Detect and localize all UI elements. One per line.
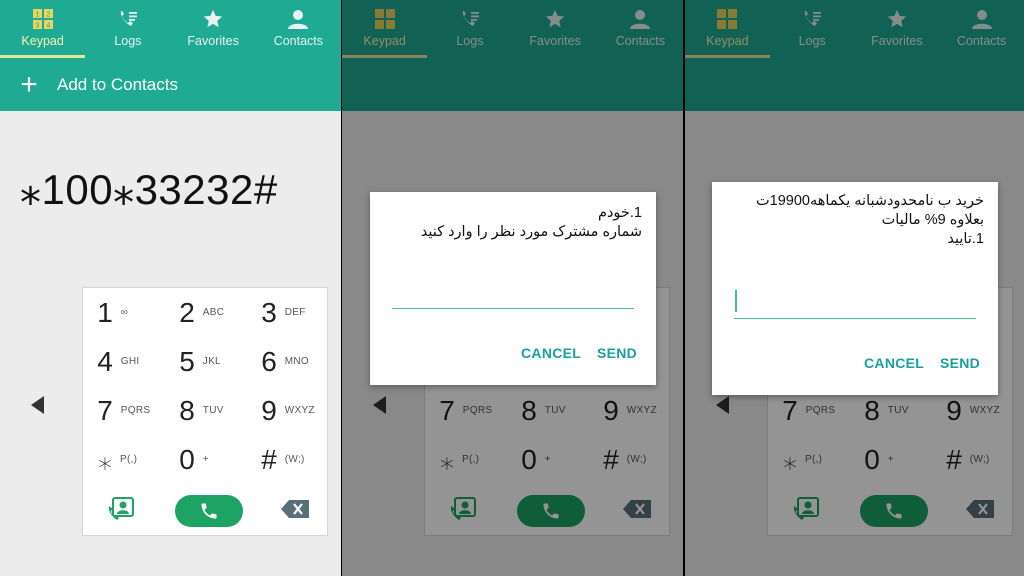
- key-letters: (W;): [284, 454, 305, 465]
- key-6[interactable]: 6 MNO: [247, 337, 329, 386]
- add-icon[interactable]: +: [18, 69, 40, 99]
- dialer-panel-3: Keypad Logs Favorites Contacts 7 PQRS 8 TU…: [685, 0, 1024, 576]
- tab-label: Logs: [114, 34, 142, 48]
- keypad-action-row: [83, 491, 327, 531]
- key-0[interactable]: 0 +: [165, 435, 247, 484]
- ussd-dialog: 1.خودم شماره مشترک مورد نظر را وارد کنید…: [370, 192, 656, 385]
- key-letters: +: [202, 454, 209, 465]
- svg-text:1: 1: [35, 12, 39, 19]
- ussd-reply-input[interactable]: [392, 308, 634, 309]
- key-letters: PQRS: [120, 405, 151, 416]
- key-letters: DEF: [284, 307, 306, 318]
- key-7[interactable]: 7 PQRS: [83, 386, 165, 435]
- key-digit: 0: [179, 443, 195, 475]
- key-4[interactable]: 4 GHI: [83, 337, 165, 386]
- keypad-icon: 1234: [32, 8, 54, 30]
- dialer-panel-2: Keypad Logs Favorites Contacts 7 PQRS 8 TU…: [342, 0, 683, 576]
- key-letters: GHI: [120, 356, 140, 367]
- key-hash[interactable]: # (W;): [247, 435, 329, 484]
- action-bar: + Add to Contacts: [0, 58, 341, 111]
- key-8[interactable]: 8 TUV: [165, 386, 247, 435]
- key-3[interactable]: 3 DEF: [247, 288, 329, 337]
- key-letters: ABC: [202, 307, 225, 318]
- ussd-reply-input[interactable]: [734, 318, 976, 319]
- key-digit: 5: [179, 345, 195, 377]
- send-button[interactable]: SEND: [940, 355, 980, 371]
- tab-logs[interactable]: Logs: [85, 0, 170, 58]
- key-digit: 4: [97, 345, 113, 377]
- video-contact-icon[interactable]: [107, 496, 137, 527]
- tab-contacts[interactable]: Contacts: [256, 0, 341, 58]
- key-digit: 9: [261, 394, 277, 426]
- key-letters: MNO: [284, 356, 310, 367]
- contacts-icon: [287, 8, 309, 30]
- key-letters: JKL: [202, 356, 221, 367]
- key-digit: 3: [261, 296, 277, 328]
- backspace-icon[interactable]: [281, 499, 309, 523]
- collapse-keypad-icon[interactable]: [31, 396, 44, 414]
- key-digit: 2: [179, 296, 195, 328]
- key-digit: 8: [179, 394, 195, 426]
- key-star[interactable]: ⁎ P(,): [83, 435, 165, 484]
- call-button[interactable]: [175, 495, 243, 527]
- key-2[interactable]: 2 ABC: [165, 288, 247, 337]
- tab-label: Contacts: [273, 34, 324, 48]
- key-9[interactable]: 9 WXYZ: [247, 386, 329, 435]
- phone-icon: [201, 503, 217, 519]
- send-button[interactable]: SEND: [597, 345, 637, 361]
- keypad: 1 ∞ 2 ABC 3 DEF 4 GHI 5 JKL 6 MNO 7 PQRS 8 TUV 9…: [82, 287, 328, 536]
- key-letters: WXYZ: [284, 405, 315, 416]
- tab-label: Favorites: [187, 34, 239, 48]
- key-1[interactable]: 1 ∞: [83, 288, 165, 337]
- svg-text:2: 2: [46, 12, 50, 19]
- key-letters: TUV: [202, 405, 224, 416]
- tab-label: Keypad: [21, 34, 64, 48]
- star-icon: [202, 8, 224, 30]
- text-caret: [735, 290, 737, 312]
- dialed-number: ⁎100⁎33232#: [20, 166, 278, 213]
- key-letters: P(,): [120, 454, 138, 465]
- voicemail-icon: ∞: [120, 307, 129, 318]
- key-5[interactable]: 5 JKL: [165, 337, 247, 386]
- tab-keypad[interactable]: 1234 Keypad: [0, 0, 86, 58]
- cancel-button[interactable]: CANCEL: [521, 345, 581, 361]
- key-digit: 6: [261, 345, 277, 377]
- ussd-dialog: خرید ب نامحدودشبانه یکماهه19900ت بعلاوه …: [712, 182, 998, 395]
- key-digit: 1: [97, 296, 113, 328]
- key-digit: 7: [97, 394, 113, 426]
- cancel-button[interactable]: CANCEL: [864, 355, 924, 371]
- svg-text:3: 3: [35, 23, 39, 30]
- ussd-message: 1.خودم شماره مشترک مورد نظر را وارد کنید: [420, 205, 642, 240]
- ussd-message: خرید ب نامحدودشبانه یکماهه19900ت بعلاوه …: [756, 193, 984, 247]
- logs-icon: [117, 8, 139, 30]
- key-digit: ⁎: [98, 444, 112, 475]
- key-digit: #: [261, 443, 277, 475]
- svg-text:4: 4: [46, 23, 50, 30]
- dialer-panel-1: 1234 Keypad Logs Favorites Contacts + Ad…: [0, 0, 341, 576]
- add-to-contacts-button[interactable]: Add to Contacts: [57, 75, 178, 95]
- tab-favorites[interactable]: Favorites: [171, 0, 256, 58]
- tab-bar: 1234 Keypad Logs Favorites Contacts: [0, 0, 341, 58]
